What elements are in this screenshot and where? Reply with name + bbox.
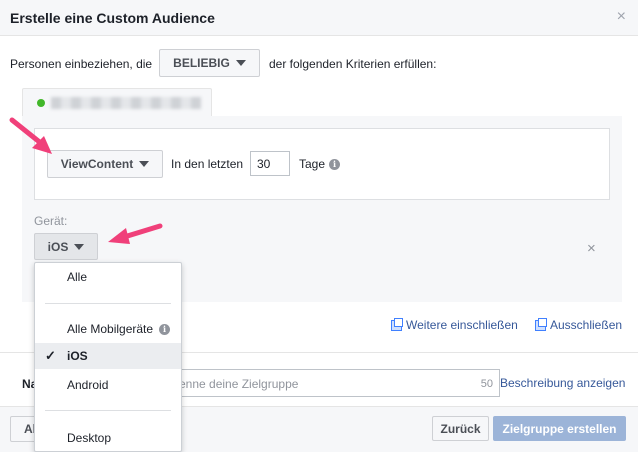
status-dot-icon — [37, 99, 45, 107]
days-input[interactable]: 30 — [250, 151, 290, 176]
days-label-group: Tage i — [299, 157, 341, 171]
exclude-link[interactable]: Ausschließen — [535, 317, 623, 332]
include-more-label: Weitere einschließen — [406, 318, 518, 332]
option-ios[interactable]: ✓ iOS — [35, 343, 181, 369]
show-description-link[interactable]: Beschreibung anzeigen — [500, 376, 625, 390]
pixel-tab[interactable] — [22, 88, 212, 116]
in-last-label: In den letzten — [171, 157, 244, 171]
dialog-title: Erstelle eine Custom Audience — [10, 10, 215, 26]
option-desktop[interactable]: Desktop — [35, 425, 181, 451]
name-input[interactable]: enne deine Zielgruppe 50 — [168, 369, 500, 397]
exclude-label: Ausschließen — [550, 318, 623, 332]
device-dropdown-menu: Alle Alle Mobilgeräte i ✓ iOS Android De… — [34, 262, 182, 452]
option-label: Alle — [67, 270, 88, 284]
device-label: Gerät: — [34, 214, 68, 228]
include-icon — [391, 317, 403, 331]
name-placeholder: enne deine Zielgruppe — [179, 377, 299, 391]
device-dropdown[interactable]: iOS — [34, 233, 98, 260]
chevron-down-icon — [74, 243, 85, 250]
create-audience-button[interactable]: Zielgruppe erstellen — [493, 416, 626, 441]
pointer-arrow-icon — [9, 117, 52, 154]
menu-divider — [45, 410, 171, 411]
back-button[interactable]: Zurück — [432, 416, 489, 441]
chevron-down-icon — [139, 161, 150, 167]
criteria-prefix: Personen einbeziehen, die — [10, 57, 153, 71]
option-label: Desktop — [67, 431, 112, 445]
include-more-link[interactable]: Weitere einschließen — [391, 317, 518, 332]
checkmark-icon: ✓ — [45, 348, 56, 363]
exclude-icon — [535, 317, 547, 331]
option-all-mobile[interactable]: Alle Mobilgeräte i — [35, 316, 181, 342]
clear-device-icon[interactable]: × — [587, 240, 596, 257]
dialog-header: Erstelle eine Custom Audience × — [0, 0, 638, 36]
days-label: Tage — [299, 157, 326, 171]
pointer-arrow-icon — [108, 223, 163, 244]
device-dropdown-label: iOS — [47, 239, 69, 254]
char-count: 50 — [480, 378, 493, 390]
event-dropdown[interactable]: ViewContent — [47, 150, 163, 178]
back-button-label: Zurück — [440, 421, 481, 436]
match-dropdown-label: BELIEBIG — [173, 56, 230, 70]
option-label: Android — [67, 378, 109, 392]
menu-divider — [45, 303, 171, 304]
option-label: Alle Mobilgeräte — [67, 322, 154, 336]
option-label: iOS — [67, 349, 88, 363]
close-icon[interactable]: × — [617, 8, 626, 26]
days-input-value: 30 — [257, 156, 271, 171]
info-icon[interactable]: i — [159, 323, 171, 335]
option-android[interactable]: Android — [35, 372, 181, 398]
chevron-down-icon — [235, 60, 246, 66]
pixel-name-blurred — [51, 97, 201, 109]
match-dropdown[interactable]: BELIEBIG — [159, 49, 260, 77]
criteria-suffix: der folgenden Kriterien erfüllen: — [269, 57, 437, 71]
option-all[interactable]: Alle — [35, 264, 181, 290]
info-icon[interactable]: i — [329, 158, 341, 170]
event-dropdown-label: ViewContent — [60, 157, 134, 171]
